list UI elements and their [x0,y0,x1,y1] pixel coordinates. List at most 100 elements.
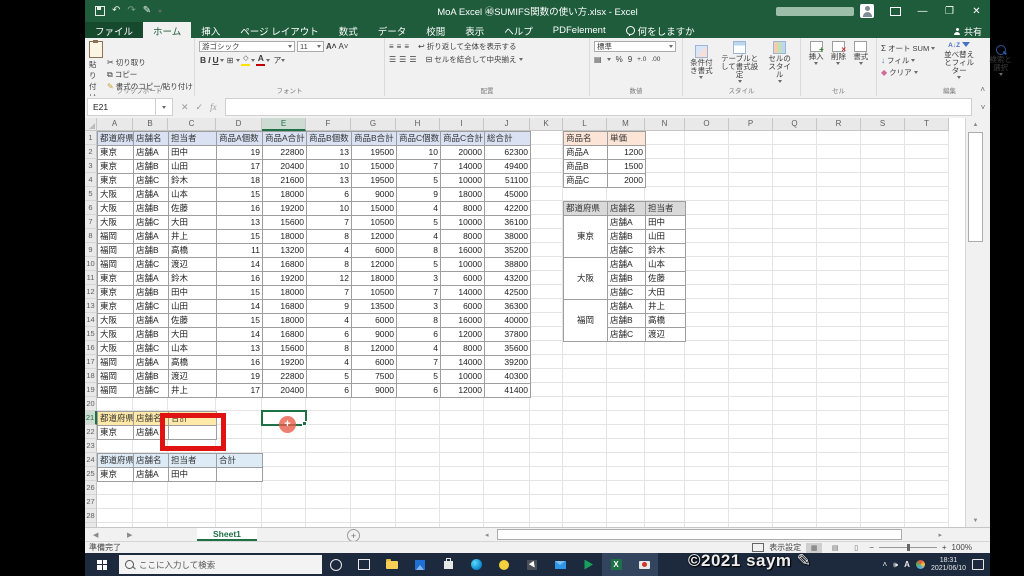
cut-button[interactable]: ✂ 切り取り [107,57,193,68]
data-cell[interactable]: 8000 [441,342,485,356]
column-header-C[interactable]: C [168,118,216,131]
data-cell[interactable]: 12 [307,272,352,286]
color-ball-icon[interactable] [915,560,925,569]
formula-input[interactable] [224,98,972,116]
column-header-P[interactable]: P [729,118,773,131]
column-header-S[interactable]: S [861,118,905,131]
edge-icon[interactable] [462,553,490,576]
data-cell[interactable]: 4 [397,202,441,216]
maximize-button[interactable]: ❐ [936,0,963,22]
undo-icon[interactable]: ↶ [112,6,120,16]
data-cell[interactable]: 福岡 [98,370,134,384]
italic-button[interactable]: I [208,55,210,65]
remote-app-icon[interactable] [518,553,546,576]
delete-cells-button[interactable]: 削除 [828,41,849,65]
insert-cells-button[interactable]: 挿入 [806,41,827,65]
mail-icon[interactable] [546,553,574,576]
data-cell[interactable]: 39200 [485,356,531,370]
data-cell[interactable]: 14000 [441,356,485,370]
data-cell[interactable]: 高橋 [169,244,217,258]
data-cell[interactable]: 店舗A [134,314,169,328]
align-right-icon[interactable]: ☰ [409,55,416,64]
data-cell[interactable]: 7 [397,356,441,370]
row-header-23[interactable]: 23 [85,439,97,453]
tab-ページ レイアウト[interactable]: ページ レイアウト [230,22,328,38]
data-cell[interactable]: 13 [307,174,352,188]
row-header-22[interactable]: 22 [85,425,97,439]
data-cell[interactable]: 商品A [564,146,608,160]
action-center-icon[interactable] [972,559,984,570]
sheet-nav-left-icon[interactable]: ◀ [93,528,98,541]
header-cell[interactable]: 都道府県 [98,132,134,146]
data-cell[interactable]: 10500 [352,286,397,300]
zoom-in-icon[interactable]: + [942,543,947,552]
data-cell[interactable]: 15 [217,314,263,328]
data-cell[interactable]: 井上 [169,384,217,398]
tab-file[interactable]: ファイル [85,22,144,38]
data-cell[interactable]: 3 [397,300,441,314]
comma-style-icon[interactable]: 9 [628,55,632,64]
merged-area-cell[interactable]: 東京 [564,216,608,258]
data-cell[interactable]: 福岡 [98,356,134,370]
data-cell[interactable]: 大阪 [98,314,134,328]
data-cell[interactable]: 6 [307,384,352,398]
data-cell[interactable]: 16800 [263,328,307,342]
tab-校閲[interactable]: 校閲 [416,22,455,38]
page-break-view-button[interactable]: ▯ [848,543,864,553]
align-bottom-icon[interactable]: ≡ [404,42,409,51]
row-header-17[interactable]: 17 [85,355,97,369]
column-header-M[interactable]: M [607,118,645,131]
data-cell[interactable]: 店舗A [608,258,646,272]
sheet-tab-sheet1[interactable]: Sheet1 [197,528,257,541]
data-cell[interactable]: 1200 [608,146,646,160]
data-cell[interactable]: 22800 [263,146,307,160]
data-cell[interactable]: 山本 [169,188,217,202]
data-cell[interactable]: 店舗C [608,286,646,300]
data-cell[interactable]: 11 [217,244,263,258]
format-as-table-button[interactable]: テーブルとして書式設定 [716,41,764,83]
column-header-T[interactable]: T [905,118,949,131]
data-cell[interactable]: 4 [397,230,441,244]
column-header-N[interactable]: N [645,118,685,131]
column-header-L[interactable]: L [563,118,607,131]
data-cell[interactable]: 22800 [263,370,307,384]
data-cell[interactable]: 15000 [352,160,397,174]
sheet-nav-right-icon[interactable]: ▶ [127,528,132,541]
data-cell[interactable]: 山本 [169,342,217,356]
enter-icon[interactable]: ✓ [196,102,204,113]
data-cell[interactable]: 16 [217,272,263,286]
data-cell[interactable]: 10 [397,146,441,160]
row-header-19[interactable]: 19 [85,383,97,397]
row-header-28[interactable]: 28 [85,509,97,523]
column-header-R[interactable]: R [817,118,861,131]
data-cell[interactable]: 9000 [352,328,397,342]
header-cell[interactable]: 担当者 [646,202,686,216]
header-cell[interactable]: 商品C個数 [397,132,441,146]
data-cell[interactable]: 16000 [441,244,485,258]
row-header-6[interactable]: 6 [85,201,97,215]
header-cell[interactable]: 店舗名 [608,202,646,216]
data-cell[interactable]: 7 [307,216,352,230]
header-cell[interactable]: 担当者 [169,454,217,468]
data-cell[interactable]: 鈴木 [646,244,686,258]
scroll-up-icon[interactable]: ▲ [966,118,985,131]
tab-PDFelement[interactable]: PDFelement [543,22,616,38]
increase-decimal-icon[interactable]: +.0 [637,55,646,64]
sheet-body[interactable]: 都道府県 店舗名 担当者 商品A個数 商品A合計 商品B個数 商品B合計 商品C個数 商品C合計… [85,131,965,527]
align-middle-icon[interactable]: ≡ [397,42,402,51]
qat-customize-icon[interactable] [158,9,163,13]
percent-style-icon[interactable]: % [616,55,623,64]
data-cell[interactable]: 13 [307,146,352,160]
data-cell[interactable]: 田中 [169,146,217,160]
speaker-icon[interactable]: 🕪 [893,560,898,570]
data-cell[interactable]: 19500 [352,146,397,160]
row-header-15[interactable]: 15 [85,327,97,341]
data-cell[interactable]: 渡辺 [169,258,217,272]
data-cell[interactable]: 井上 [169,230,217,244]
row-header-20[interactable]: 20 [85,397,97,411]
data-cell[interactable]: 6000 [352,356,397,370]
data-cell[interactable]: 38800 [485,258,531,272]
data-cell[interactable]: 10000 [441,174,485,188]
data-cell[interactable]: 店舗C [134,300,169,314]
data-cell[interactable]: 10000 [441,370,485,384]
